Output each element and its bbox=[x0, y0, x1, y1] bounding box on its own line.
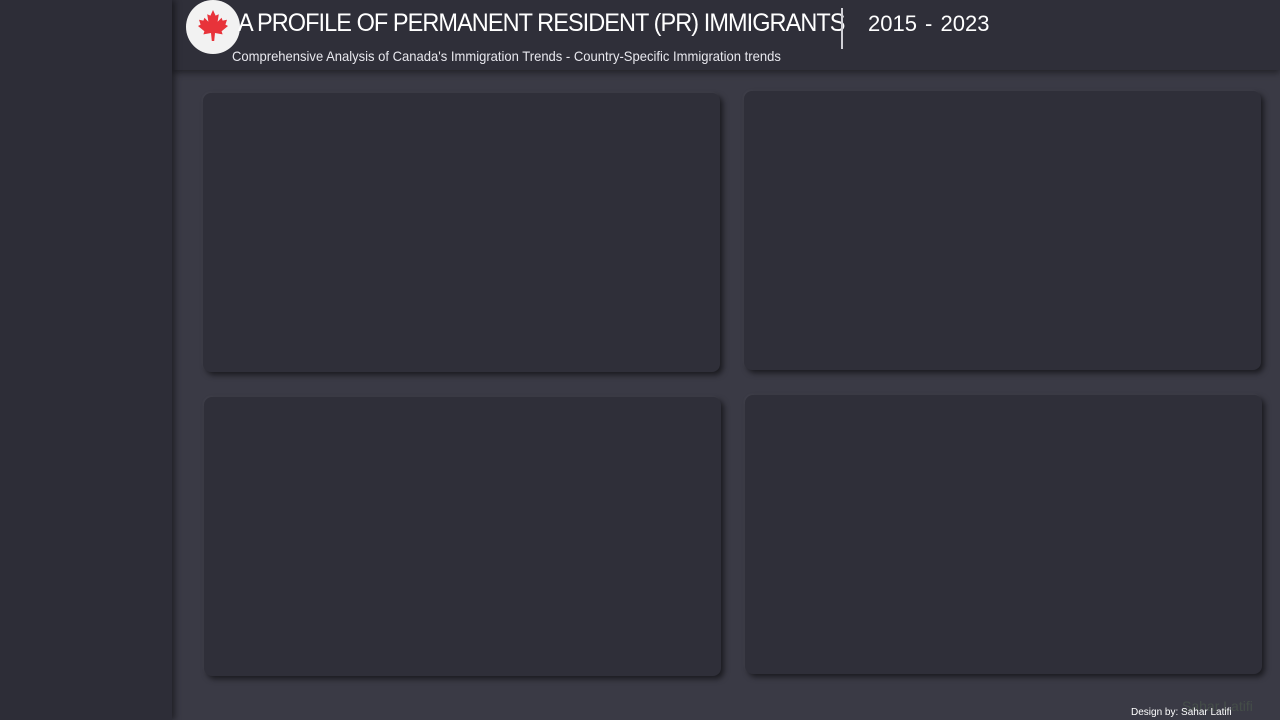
dashboard: A PROFILE OF PERMANENT RESIDENT (PR) IMM… bbox=[0, 0, 1280, 720]
sidebar bbox=[0, 0, 172, 720]
canada-flag-logo bbox=[186, 0, 240, 54]
chart-panel-top-right[interactable] bbox=[744, 91, 1261, 370]
chart-panel-bottom-left[interactable] bbox=[204, 397, 721, 676]
maple-leaf-icon bbox=[198, 10, 228, 41]
design-credit: Design by: Sahar Latifi bbox=[1131, 707, 1232, 718]
page-subtitle: Comprehensive Analysis of Canada's Immig… bbox=[232, 48, 781, 64]
chart-panel-top-left[interactable] bbox=[203, 93, 720, 372]
page-title: A PROFILE OF PERMANENT RESIDENT (PR) IMM… bbox=[238, 9, 845, 37]
header-divider bbox=[841, 8, 843, 49]
chart-panel-bottom-right[interactable] bbox=[745, 395, 1262, 674]
year-range: 2015 - 2023 bbox=[868, 11, 990, 36]
header-bar: A PROFILE OF PERMANENT RESIDENT (PR) IMM… bbox=[172, 0, 1280, 70]
